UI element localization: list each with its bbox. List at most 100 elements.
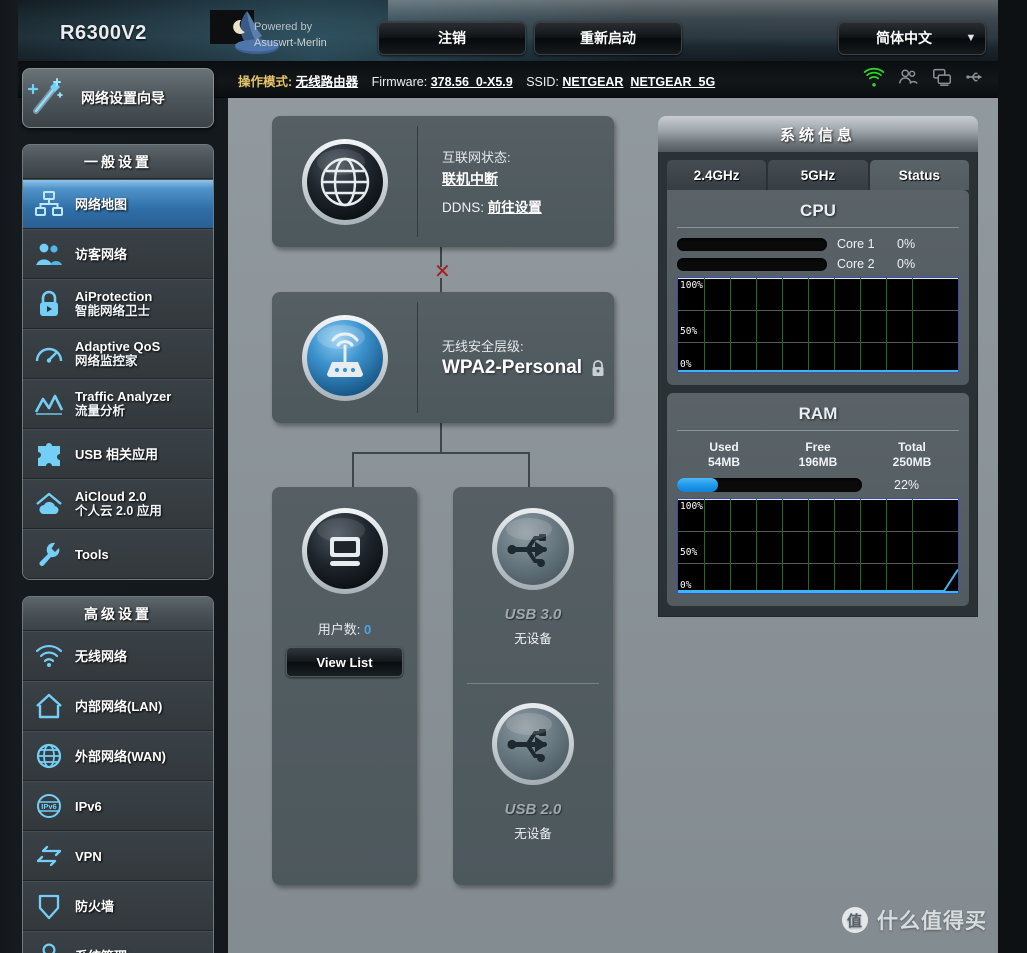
wireless-security-panel: 无线安全层级: WPA2-Personal bbox=[272, 292, 614, 423]
system-information-title: 系统信息 bbox=[658, 116, 978, 152]
guests-icon[interactable] bbox=[897, 66, 919, 88]
sidebar-item-label: 网络地图 bbox=[75, 196, 128, 212]
usb-slot-3-name: USB 3.0 bbox=[504, 606, 562, 623]
sidebar-item-label: 系统管理 bbox=[75, 949, 127, 953]
ram-card: RAM Used 54MB Free 196MB Total 250MB 22%… bbox=[667, 393, 969, 606]
tab-5ghz[interactable]: 5GHz bbox=[768, 160, 868, 190]
sidebar-item-traffic-analyzer[interactable]: Traffic Analyzer 流量分析 bbox=[23, 379, 213, 429]
sidebar-item-label: AiCloud 2.0 bbox=[75, 489, 147, 504]
client-count-row: 用户数: 0 bbox=[272, 619, 417, 638]
usb-slot-2-state: 无设备 bbox=[514, 827, 552, 841]
watermark: 值 什么值得买 bbox=[842, 905, 987, 935]
sidebar-item-lan[interactable]: 内部网络(LAN) bbox=[23, 681, 213, 731]
opmode-value[interactable]: 无线路由器 bbox=[296, 75, 359, 89]
cpu-graph-tick-top: 100% bbox=[680, 280, 703, 291]
sidebar-item-usb-application[interactable]: USB 相关应用 bbox=[23, 429, 213, 479]
cpu-core-1-bar bbox=[677, 237, 827, 251]
sidebar-item-ipv6[interactable]: IPv6 IPv6 bbox=[23, 781, 213, 831]
cloud-home-icon bbox=[23, 490, 75, 518]
tab-status[interactable]: Status bbox=[869, 160, 969, 190]
sidebar-item-administration[interactable]: 系统管理 bbox=[23, 931, 213, 953]
wireless-security-value-row: WPA2-Personal bbox=[442, 357, 614, 379]
sidebar-group-advanced-title: 高级设置 bbox=[23, 597, 213, 631]
sidebar-wizard-button[interactable]: 网络设置向导 bbox=[22, 68, 214, 128]
firmware-value[interactable]: 378.56_0-X5.9 bbox=[431, 75, 513, 89]
usb-divider bbox=[467, 683, 599, 684]
sidebar-item-label: USB 相关应用 bbox=[75, 446, 159, 462]
powered-by-line2: Asuswrt-Merlin bbox=[254, 37, 327, 49]
reboot-button[interactable]: 重新启动 bbox=[534, 21, 682, 55]
ram-free-value: 196MB bbox=[798, 455, 838, 469]
cpu-usage-graph: 100% 50% 0% bbox=[677, 277, 959, 373]
language-selector[interactable]: 简体中文 ▼ bbox=[838, 21, 986, 55]
guest-network-icon bbox=[23, 240, 75, 268]
logout-button[interactable]: 注销 bbox=[378, 21, 526, 55]
ssid-5g-value[interactable]: NETGEAR_5G bbox=[630, 75, 715, 89]
internet-status-value[interactable]: 联机中断 bbox=[442, 169, 614, 189]
ssid-24-value[interactable]: NETGEAR bbox=[562, 75, 623, 89]
sidebar-item-aiprotection[interactable]: AiProtection 智能网络卫士 bbox=[23, 279, 213, 329]
ram-bar-row: 22% bbox=[677, 478, 959, 492]
sidebar-wizard-label: 网络设置向导 bbox=[81, 90, 165, 106]
svg-text:IPv6: IPv6 bbox=[41, 802, 56, 811]
ram-used-value: 54MB bbox=[707, 455, 740, 469]
cpu-core-2-percent: 0% bbox=[897, 257, 916, 271]
sidebar-item-wireless[interactable]: 无线网络 bbox=[23, 631, 213, 681]
user-icon bbox=[23, 941, 75, 953]
sidebar-item-label: Traffic Analyzer bbox=[75, 389, 172, 404]
status-line: 操作模式: 无线路由器 Firmware: 378.56_0-X5.9 SSID… bbox=[238, 71, 725, 90]
ddns-link[interactable]: 前往设置 bbox=[488, 200, 542, 215]
router-admin-page: R6300V2 Powered by Asuswrt-Merlin 注销 重新启… bbox=[0, 0, 1027, 953]
system-information-panel: 系统信息 2.4GHz 5GHz Status CPU Core 1 0% Co… bbox=[658, 116, 978, 888]
sidebar-group-general-title: 一般设置 bbox=[23, 145, 213, 179]
usb-slot-3[interactable]: USB 3.0 无设备 bbox=[453, 505, 613, 647]
sidebar-item-label: 防火墙 bbox=[75, 898, 115, 914]
chart-icon bbox=[23, 390, 75, 418]
usb-icon bbox=[492, 703, 574, 785]
tab-24ghz[interactable]: 2.4GHz bbox=[667, 160, 767, 190]
sidebar-group-general: 一般设置 网络地图 访客网络 AiProtection 智能网络卫士 Adapt… bbox=[22, 144, 214, 580]
cpu-core-2-name: Core 2 bbox=[837, 257, 875, 271]
wifi-icon bbox=[23, 643, 75, 669]
sidebar-item-network-map[interactable]: 网络地图 bbox=[23, 179, 213, 229]
ram-free-label: Free bbox=[805, 440, 831, 454]
usb-icon[interactable] bbox=[965, 66, 987, 88]
internet-panel-text: 互联网状态: 联机中断 DDNS: 前往设置 bbox=[418, 116, 614, 247]
ram-free-col: Free 196MB bbox=[771, 440, 865, 470]
sidebar-item-adaptive-qos[interactable]: Adaptive QoS 网络监控家 bbox=[23, 329, 213, 379]
sidebar-item-vpn[interactable]: VPN bbox=[23, 831, 213, 881]
ram-used-label: Used bbox=[709, 440, 739, 454]
sidebar-item-label: 外部网络(WAN) bbox=[75, 748, 166, 764]
wireless-panel-text: 无线安全层级: WPA2-Personal bbox=[418, 292, 614, 423]
sidebar-item-aicloud[interactable]: AiCloud 2.0 个人云 2.0 应用 bbox=[23, 479, 213, 529]
wifi-icon[interactable] bbox=[863, 66, 885, 88]
magic-wand-icon bbox=[27, 78, 63, 114]
ram-used-col: Used 54MB bbox=[677, 440, 771, 470]
connection-broken-mark: ✕ bbox=[434, 261, 451, 283]
sidebar-item-wan[interactable]: 外部网络(WAN) bbox=[23, 731, 213, 781]
connector-to-clients bbox=[352, 452, 354, 488]
cpu-rule bbox=[677, 227, 959, 228]
client-count-label: 用户数: bbox=[317, 622, 361, 637]
sidebar-item-sublabel: 个人云 2.0 应用 bbox=[75, 504, 162, 518]
watermark-text: 什么值得买 bbox=[877, 910, 987, 933]
ddns-row: DDNS: 前往设置 bbox=[442, 196, 614, 216]
globe-icon bbox=[23, 742, 75, 770]
usb-slot-2[interactable]: USB 2.0 无设备 bbox=[453, 700, 613, 842]
house-icon bbox=[23, 692, 75, 720]
powered-by-line1: Powered by bbox=[254, 21, 313, 33]
sidebar-item-label: IPv6 bbox=[75, 798, 102, 814]
sidebar-item-tools[interactable]: Tools bbox=[23, 529, 213, 579]
connector-to-usb bbox=[528, 452, 530, 488]
ddns-label: DDNS: bbox=[442, 200, 485, 215]
sidebar-item-guest-network[interactable]: 访客网络 bbox=[23, 229, 213, 279]
ram-usage-bar bbox=[677, 478, 862, 492]
wireless-security-label: 无线安全层级: bbox=[442, 339, 524, 354]
ram-total-col: Total 250MB bbox=[865, 440, 959, 470]
shield-icon bbox=[23, 891, 75, 921]
sidebar-item-firewall[interactable]: 防火墙 bbox=[23, 881, 213, 931]
usb-slot-3-state: 无设备 bbox=[514, 632, 552, 646]
clients-icon[interactable] bbox=[931, 66, 953, 88]
view-list-button[interactable]: View List bbox=[286, 647, 403, 677]
ram-rule bbox=[677, 430, 959, 431]
